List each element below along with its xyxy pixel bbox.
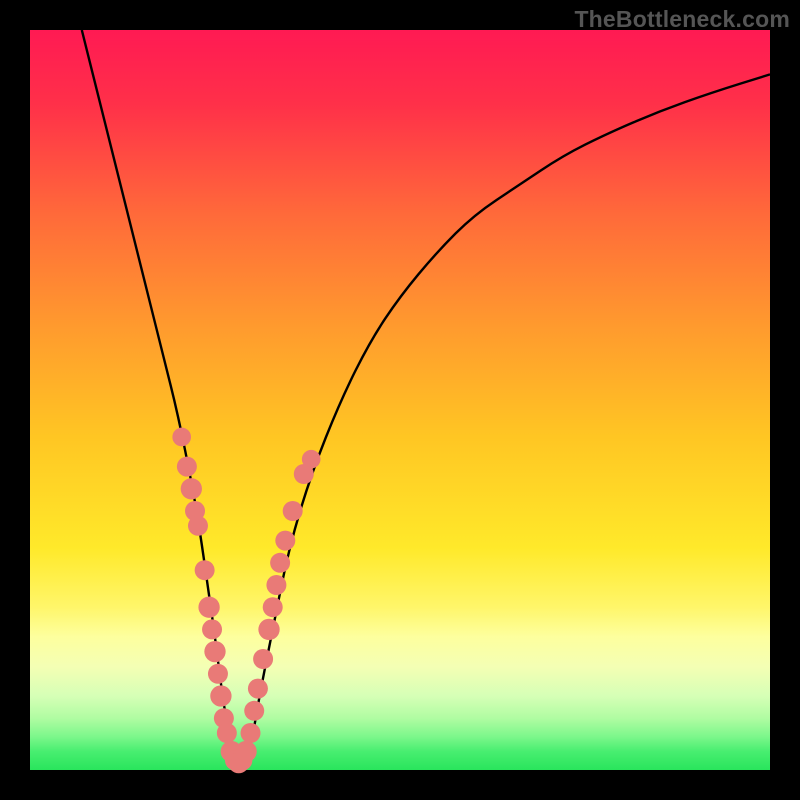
data-point — [248, 679, 268, 699]
data-point — [235, 741, 256, 762]
data-point — [210, 685, 231, 706]
curve-layer — [30, 30, 770, 770]
data-point — [263, 597, 283, 617]
data-point — [217, 723, 237, 743]
data-point — [253, 649, 273, 669]
plot-area — [30, 30, 770, 770]
data-point — [258, 619, 279, 640]
data-point — [181, 478, 202, 499]
outer-frame: TheBottleneck.com — [0, 0, 800, 800]
data-point — [177, 457, 197, 477]
data-point — [270, 553, 290, 573]
data-point — [241, 723, 261, 743]
data-points — [172, 428, 320, 774]
bottleneck-curve — [82, 30, 770, 763]
data-point — [195, 560, 215, 580]
data-point — [198, 597, 219, 618]
data-point — [275, 531, 295, 551]
data-point — [244, 701, 264, 721]
data-point — [283, 501, 303, 521]
data-point — [172, 428, 191, 447]
data-point — [208, 664, 228, 684]
watermark-text: TheBottleneck.com — [574, 6, 790, 33]
data-point — [302, 450, 321, 469]
data-point — [202, 619, 222, 639]
data-point — [188, 516, 208, 536]
data-point — [266, 575, 286, 595]
data-point — [204, 641, 225, 662]
